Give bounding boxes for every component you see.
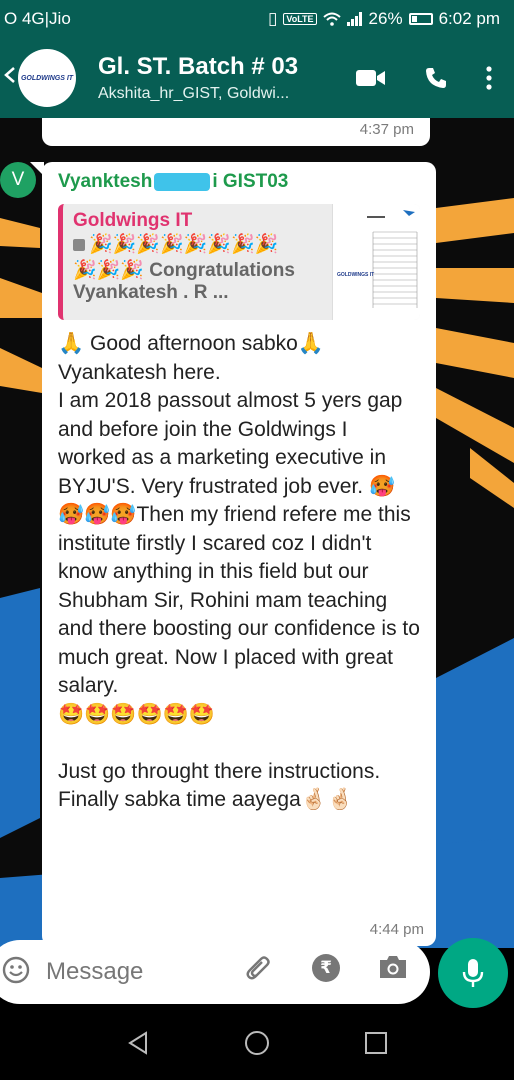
vibrate-icon: ▯ bbox=[268, 9, 278, 28]
camera-icon[interactable] bbox=[378, 954, 408, 985]
mic-button[interactable] bbox=[438, 938, 508, 1008]
sender-name-start: Vyanktesh bbox=[58, 171, 153, 192]
payment-rupee-icon[interactable]: ₹ bbox=[312, 954, 340, 982]
previous-message-bubble[interactable]: 4:37 pm bbox=[42, 118, 430, 146]
back-arrow-icon[interactable] bbox=[2, 65, 16, 91]
battery-icon bbox=[408, 13, 433, 25]
video-call-icon[interactable] bbox=[356, 68, 386, 88]
android-nav-bar bbox=[0, 1010, 514, 1080]
image-icon bbox=[73, 238, 85, 251]
message-input-bar[interactable]: ₹ bbox=[0, 940, 430, 1004]
emoji-icon[interactable] bbox=[2, 956, 30, 989]
home-nav-icon[interactable] bbox=[244, 1030, 270, 1061]
status-icons: ▯ VoLTE 26% 6:02 pm bbox=[268, 9, 500, 29]
sender-name[interactable]: Vyanktesh i GIST03 bbox=[58, 168, 420, 196]
header-actions bbox=[356, 38, 492, 118]
message-bubble[interactable]: Vyanktesh i GIST03 Goldwings IT 🎉🎉🎉🎉🎉🎉🎉🎉… bbox=[42, 162, 436, 946]
attach-paperclip-icon[interactable] bbox=[244, 954, 274, 989]
chat-title: Gl. ST. Batch # 03 bbox=[98, 53, 299, 80]
composer: ₹ bbox=[0, 940, 514, 1010]
sender-name-end: i GIST03 bbox=[212, 171, 289, 192]
chat-participants: Akshita_hr_GIST, Goldwi... bbox=[98, 85, 290, 102]
message-time: 4:44 pm bbox=[369, 921, 424, 938]
back-nav-icon[interactable] bbox=[127, 1030, 149, 1060]
message-text: 🙏 Good afternoon sabko🙏 Vyankatesh here.… bbox=[58, 332, 420, 811]
message-input[interactable] bbox=[46, 952, 226, 992]
message-time: 4:37 pm bbox=[359, 121, 414, 138]
mic-icon bbox=[462, 959, 484, 987]
wifi-icon bbox=[322, 12, 341, 26]
chat-title-block[interactable]: Gl. ST. Batch # 03 Akshita_hr_GIST, Gold… bbox=[98, 53, 328, 103]
quoted-image-thumbnail: GOLDWINGS IT bbox=[332, 204, 420, 320]
group-avatar[interactable]: GOLDWINGS IT bbox=[18, 49, 76, 107]
goldwings-logo: GOLDWINGS IT bbox=[20, 74, 74, 82]
clock: 6:02 pm bbox=[438, 9, 500, 28]
svg-text:GOLDWINGS IT: GOLDWINGS IT bbox=[337, 272, 374, 278]
recents-nav-icon[interactable] bbox=[364, 1031, 387, 1059]
volte-badge: VoLTE bbox=[283, 13, 317, 25]
carrier-label: O 4G|Jio bbox=[4, 9, 71, 28]
status-bar: O 4G|Jio ▯ VoLTE 26% 6:02 pm bbox=[0, 0, 514, 38]
phone-icon[interactable] bbox=[424, 66, 448, 90]
battery-percent: 26% bbox=[368, 9, 403, 28]
quoted-message[interactable]: Goldwings IT 🎉🎉🎉🎉🎉🎉🎉🎉 🎉🎉🎉 Congratulation… bbox=[58, 204, 420, 320]
redaction-mark bbox=[154, 173, 211, 191]
chat-header: GOLDWINGS IT Gl. ST. Batch # 03 Akshita_… bbox=[0, 38, 514, 118]
chat-area[interactable]: 4:37 pm V Vyanktesh i GIST03 Goldwings I… bbox=[0, 118, 514, 948]
signal-icon bbox=[346, 12, 362, 26]
more-vertical-icon[interactable] bbox=[486, 66, 492, 90]
